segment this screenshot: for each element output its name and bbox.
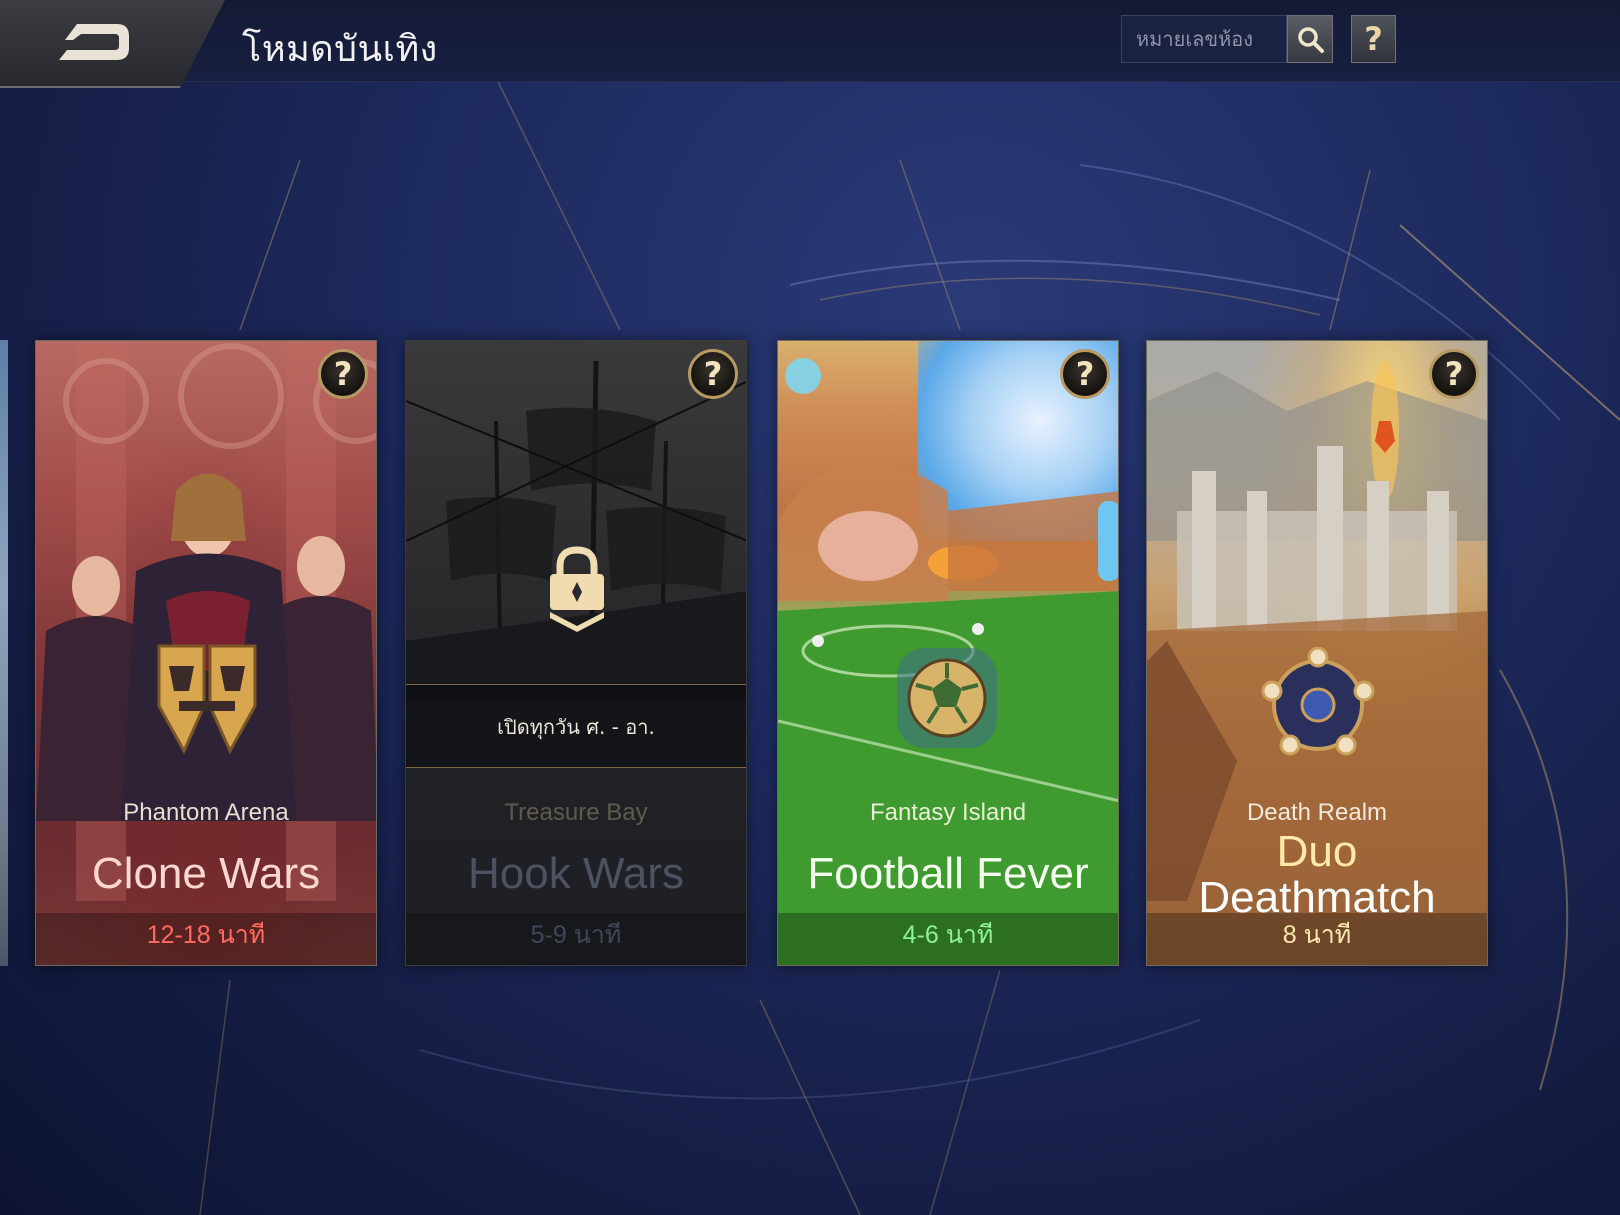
help-button[interactable]: ? — [1351, 15, 1396, 63]
search-button[interactable] — [1287, 15, 1333, 63]
lock-schedule-text: เปิดทุกวัน ศ. - อา. — [497, 715, 655, 739]
duo-deathmatch-emblem-icon — [1261, 647, 1375, 756]
card-help-button[interactable]: ? — [1060, 349, 1110, 399]
card-title: Hook Wars — [468, 849, 684, 898]
card-help-button[interactable]: ? — [318, 349, 368, 399]
page-title: โหมดบันเทิง — [242, 29, 438, 70]
card-title: Duo Deathmatch — [1147, 829, 1487, 921]
card-title: Clone Wars — [91, 849, 321, 898]
mode-card-hook-wars[interactable]: เปิดทุกวัน ศ. - อา. ? Treasure Bay Hook … — [405, 340, 747, 966]
card-subtitle: Treasure Bay — [504, 799, 648, 826]
previous-card-edge[interactable] — [0, 340, 8, 966]
card-subtitle: Phantom Arena — [123, 799, 289, 826]
card-title-line1: Duo — [1276, 827, 1358, 876]
card-help-button[interactable]: ? — [688, 349, 738, 399]
card-duration: 4-6 นาที — [902, 921, 994, 949]
top-bar: โหมดบันเทิง ? — [0, 0, 1620, 88]
card-duration: 12-18 นาที — [146, 921, 266, 949]
card-subtitle: Death Realm — [1246, 799, 1388, 826]
clone-wars-emblem-icon — [157, 644, 257, 755]
football-icon — [897, 648, 997, 748]
search-icon — [1298, 27, 1324, 53]
lock-icon — [550, 546, 604, 632]
back-button[interactable] — [0, 0, 225, 88]
mode-card-clone-wars[interactable]: ? Phantom Arena Clone Wars 12-18 นาที — [35, 340, 377, 966]
mode-card-football-fever[interactable]: ? Fantasy Island Football Fever 4-6 นาที — [777, 340, 1119, 966]
room-number-input[interactable] — [1121, 15, 1287, 63]
card-help-button[interactable]: ? — [1429, 349, 1479, 399]
card-duration: 8 นาที — [1282, 921, 1352, 949]
card-title: Football Fever — [807, 849, 1089, 898]
mode-card-duo-deathmatch[interactable]: ? Death Realm Duo Deathmatch 8 นาที — [1146, 340, 1488, 966]
card-duration: 5-9 นาที — [530, 921, 622, 949]
back-arrow-icon — [59, 24, 129, 60]
card-subtitle: Fantasy Island — [869, 799, 1027, 826]
